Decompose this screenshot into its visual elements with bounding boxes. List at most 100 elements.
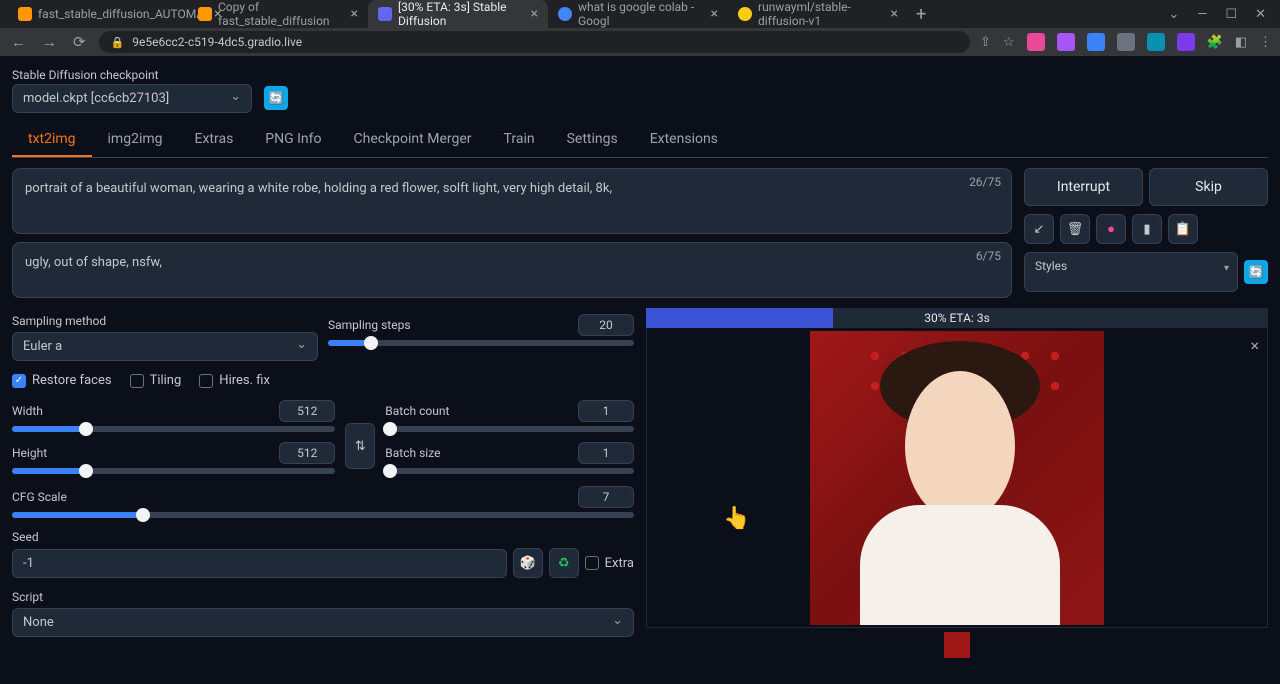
thumbnail-strip bbox=[646, 628, 1268, 662]
side-panel-icon[interactable]: ◧ bbox=[1235, 35, 1247, 50]
dot-icon-button[interactable]: ● bbox=[1096, 214, 1126, 244]
card-icon-button[interactable]: ▮ bbox=[1132, 214, 1162, 244]
checkbox-icon bbox=[585, 556, 599, 570]
minimize-icon[interactable]: — bbox=[1197, 7, 1207, 22]
ext-icon[interactable] bbox=[1057, 33, 1075, 51]
tiling-check[interactable]: Tiling bbox=[130, 373, 182, 388]
ext-icon[interactable] bbox=[1177, 33, 1195, 51]
width-label: Width bbox=[12, 404, 43, 418]
cfg-input[interactable]: 7 bbox=[578, 486, 634, 508]
reload-icon[interactable]: ⟳ bbox=[70, 33, 89, 51]
hires-label: Hires. fix bbox=[219, 373, 270, 388]
swap-dims-button[interactable]: ⇅ bbox=[345, 423, 375, 469]
restore-faces-check[interactable]: ✓Restore faces bbox=[12, 373, 112, 388]
tab-train[interactable]: Train bbox=[488, 123, 551, 157]
negative-prompt-input[interactable]: ugly, out of shape, nsfw, 6/75 bbox=[12, 242, 1012, 298]
close-icon[interactable]: × bbox=[351, 6, 358, 22]
browser-tab[interactable]: runwayml/stable-diffusion-v1 × bbox=[728, 0, 908, 28]
lock-icon: 🔒 bbox=[111, 36, 125, 49]
ext-icon[interactable] bbox=[1027, 33, 1045, 51]
height-input[interactable]: 512 bbox=[279, 442, 335, 464]
batch-size-slider[interactable] bbox=[385, 468, 634, 474]
progress-text: 30% ETA: 3s bbox=[924, 311, 990, 325]
batch-size-input[interactable]: 1 bbox=[578, 442, 634, 464]
maximize-icon[interactable]: ☐ bbox=[1225, 7, 1237, 22]
ext-icon[interactable] bbox=[1117, 33, 1135, 51]
extra-seed-check[interactable]: Extra bbox=[585, 556, 634, 571]
width-input[interactable]: 512 bbox=[279, 400, 335, 422]
tab-extras[interactable]: Extras bbox=[179, 123, 250, 157]
menu-icon[interactable]: ⋮ bbox=[1259, 35, 1272, 50]
close-icon[interactable]: × bbox=[711, 6, 718, 22]
tab-title: fast_stable_diffusion_AUTOMA bbox=[38, 7, 204, 21]
random-seed-button[interactable]: 🎲 bbox=[513, 548, 543, 578]
back-icon[interactable]: ← bbox=[8, 33, 29, 51]
infinity-icon bbox=[18, 7, 32, 21]
google-icon bbox=[558, 7, 572, 21]
tab-settings[interactable]: Settings bbox=[551, 123, 634, 157]
chevron-down-icon[interactable]: ⌄ bbox=[1168, 7, 1179, 22]
tab-merger[interactable]: Checkpoint Merger bbox=[338, 123, 488, 157]
thumbnail[interactable] bbox=[944, 632, 970, 658]
tab-title: [30% ETA: 3s] Stable Diffusion bbox=[398, 0, 521, 28]
batch-count-input[interactable]: 1 bbox=[578, 400, 634, 422]
forward-icon[interactable]: → bbox=[39, 33, 60, 51]
sampling-steps-label: Sampling steps bbox=[328, 318, 411, 332]
new-tab-button[interactable]: + bbox=[908, 4, 934, 25]
url-text: 9e5e6cc2-c519-4dc5.gradio.live bbox=[132, 35, 302, 49]
app-root: Stable Diffusion checkpoint model.ckpt [… bbox=[0, 56, 1280, 684]
script-select[interactable]: None bbox=[12, 608, 634, 637]
script-label: Script bbox=[12, 590, 634, 604]
window-controls: ⌄ — ☐ ✕ bbox=[1168, 7, 1280, 22]
cfg-slider[interactable] bbox=[12, 512, 634, 518]
close-icon[interactable]: × bbox=[891, 6, 898, 22]
trash-icon-button[interactable]: 🗑 bbox=[1060, 214, 1090, 244]
browser-tab[interactable]: fast_stable_diffusion_AUTOMA× bbox=[8, 0, 188, 28]
extra-label: Extra bbox=[605, 556, 634, 571]
star-icon[interactable]: ☆ bbox=[1003, 35, 1015, 50]
prompt-input[interactable]: portrait of a beautiful woman, wearing a… bbox=[12, 168, 1012, 234]
tab-img2img[interactable]: img2img bbox=[92, 123, 179, 157]
share-icon[interactable]: ⇧ bbox=[980, 35, 991, 50]
checkbox-icon bbox=[130, 374, 144, 388]
output-panel: 30% ETA: 3s × 👆 bbox=[646, 308, 1268, 662]
close-window-icon[interactable]: ✕ bbox=[1255, 7, 1266, 22]
clipboard-icon-button[interactable]: 📋 bbox=[1168, 214, 1198, 244]
close-icon[interactable]: × bbox=[531, 6, 538, 22]
arrow-icon-button[interactable]: ↙ bbox=[1024, 214, 1054, 244]
generated-image bbox=[810, 331, 1104, 625]
ext-icon[interactable] bbox=[1147, 33, 1165, 51]
skip-button[interactable]: Skip bbox=[1149, 168, 1268, 206]
checkpoint-select[interactable]: model.ckpt [cc6cb27103] bbox=[12, 84, 252, 113]
tab-txt2img[interactable]: txt2img bbox=[12, 123, 92, 157]
checkpoint-label: Stable Diffusion checkpoint bbox=[12, 68, 252, 82]
browser-tab[interactable]: what is google colab - Googl× bbox=[548, 0, 728, 28]
sampling-method-select[interactable]: Euler a bbox=[12, 332, 318, 361]
reuse-seed-button[interactable]: ♻ bbox=[549, 548, 579, 578]
batch-size-label: Batch size bbox=[385, 446, 440, 460]
sampling-steps-input[interactable]: 20 bbox=[578, 314, 634, 336]
browser-tab[interactable]: Copy of fast_stable_diffusion× bbox=[188, 0, 368, 28]
seed-input[interactable]: -1 bbox=[12, 549, 507, 578]
refresh-checkpoint-button[interactable]: 🔄 bbox=[264, 86, 288, 110]
ext-icon[interactable] bbox=[1087, 33, 1105, 51]
close-preview-icon[interactable]: × bbox=[1250, 336, 1259, 355]
checkbox-icon: ✓ bbox=[12, 374, 26, 388]
browser-tab[interactable]: [30% ETA: 3s] Stable Diffusion × bbox=[368, 0, 548, 28]
extensions-icon[interactable]: 🧩 bbox=[1207, 35, 1223, 50]
interrupt-button[interactable]: Interrupt bbox=[1024, 168, 1143, 206]
width-slider[interactable] bbox=[12, 426, 335, 432]
neg-prompt-text: ugly, out of shape, nsfw, bbox=[25, 255, 162, 270]
sampling-steps-slider[interactable] bbox=[328, 340, 634, 346]
tab-pnginfo[interactable]: PNG Info bbox=[249, 123, 337, 157]
styles-select[interactable]: Styles bbox=[1024, 252, 1238, 292]
hires-check[interactable]: Hires. fix bbox=[199, 373, 270, 388]
tab-extensions[interactable]: Extensions bbox=[634, 123, 734, 157]
url-input[interactable]: 🔒 9e5e6cc2-c519-4dc5.gradio.live bbox=[99, 31, 970, 53]
image-preview[interactable]: × 👆 bbox=[646, 328, 1268, 628]
tab-title: runwayml/stable-diffusion-v1 bbox=[758, 0, 881, 28]
height-slider[interactable] bbox=[12, 468, 335, 474]
cfg-label: CFG Scale bbox=[12, 490, 67, 504]
batch-count-slider[interactable] bbox=[385, 426, 634, 432]
apply-style-button[interactable]: 🔄 bbox=[1244, 260, 1268, 284]
